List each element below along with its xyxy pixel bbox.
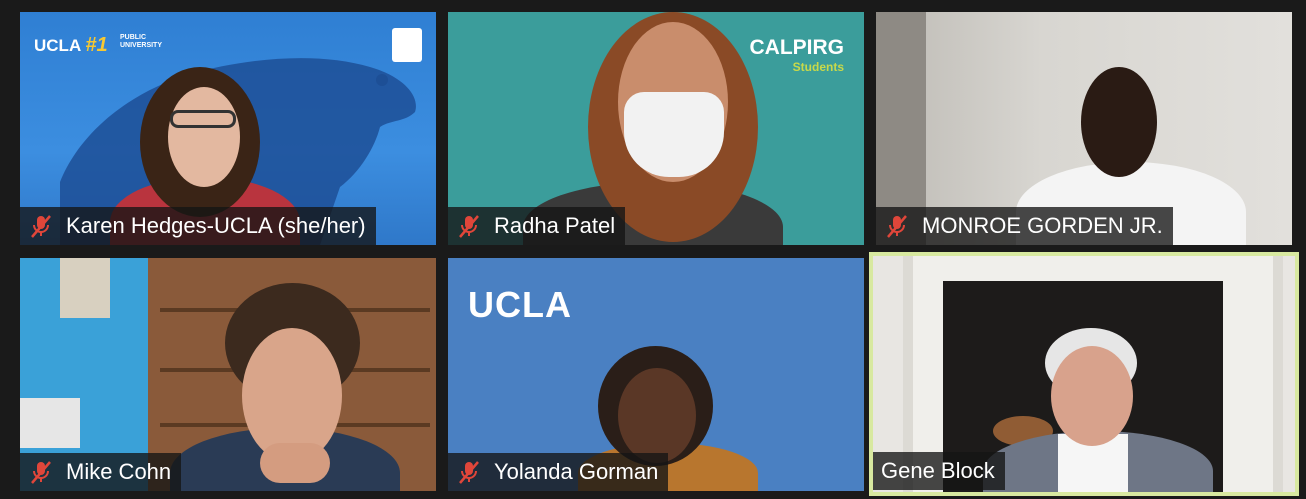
wall-frame	[60, 258, 110, 318]
muted-microphone-icon	[31, 461, 51, 484]
participant-tile-monroe-gorden[interactable]: MONROE GORDEN JR.	[876, 12, 1292, 245]
participant-name: MONROE GORDEN JR.	[922, 213, 1163, 238]
ucla-logo: UCLA #1	[34, 34, 108, 56]
participant-name-label: Radha Patel	[448, 207, 626, 245]
calpirg-logo: CALPIRG Students	[749, 36, 845, 74]
person-face	[168, 87, 240, 187]
muted-microphone-icon	[459, 215, 479, 238]
glasses	[170, 110, 236, 128]
participant-name: Gene Block	[881, 458, 995, 483]
participant-name: Yolanda Gorman	[494, 459, 659, 484]
printer	[20, 398, 80, 448]
participant-name-label: Yolanda Gorman	[448, 453, 669, 491]
person-face	[618, 368, 696, 463]
participant-name-label: MONROE GORDEN JR.	[876, 207, 1173, 245]
person-face	[1051, 346, 1133, 446]
participant-tile-yolanda-gorman[interactable]: UCLA Yolanda Gorman	[448, 258, 864, 491]
participant-name-label: Karen Hedges-UCLA (she/her)	[20, 207, 376, 245]
person-face	[1081, 67, 1157, 177]
participant-name-label: Mike Cohn	[20, 453, 182, 491]
muted-microphone-icon	[887, 215, 907, 238]
participant-tile-karen-hedges[interactable]: UCLA #1 PUBLIC UNIVERSITY Karen Hedges-U…	[20, 12, 436, 245]
participant-tile-mike-cohn[interactable]: Mike Cohn	[20, 258, 436, 491]
ucla-logo: UCLA	[468, 284, 572, 325]
best-colleges-badge	[392, 28, 422, 62]
participant-name-label: Gene Block	[873, 452, 1005, 490]
public-university-text: PUBLIC UNIVERSITY	[120, 34, 163, 49]
muted-microphone-icon	[31, 215, 51, 238]
muted-microphone-icon	[459, 461, 479, 484]
participant-tile-gene-block[interactable]: Gene Block	[869, 252, 1299, 496]
participant-name: Mike Cohn	[66, 459, 172, 484]
hand	[260, 443, 330, 483]
participant-name: Radha Patel	[494, 213, 616, 238]
face-mask	[624, 92, 724, 177]
participant-name: Karen Hedges-UCLA (she/her)	[66, 213, 366, 238]
participant-tile-radha-patel[interactable]: CALPIRG Students Radha Patel	[448, 12, 864, 245]
